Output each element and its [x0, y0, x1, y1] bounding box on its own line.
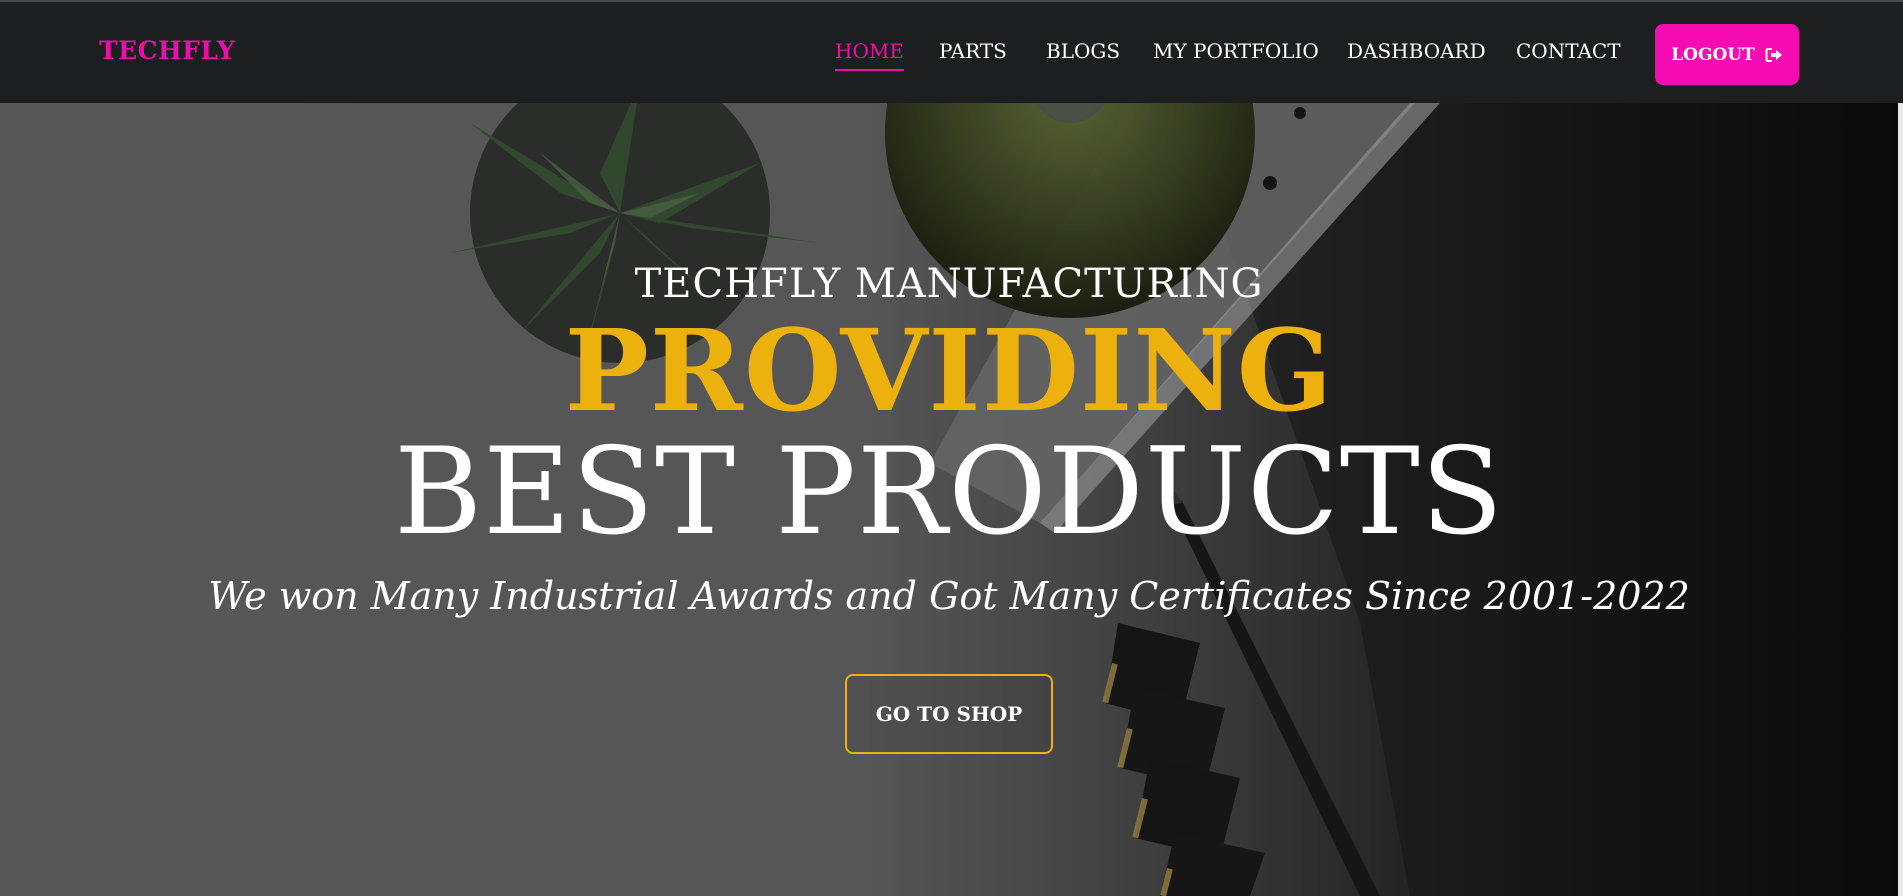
- nav-dashboard[interactable]: DASHBOARD: [1347, 39, 1486, 63]
- nav-blogs[interactable]: BLOGS: [1046, 39, 1120, 63]
- go-to-shop-button[interactable]: GO TO SHOP: [845, 674, 1053, 754]
- hero-eyebrow: TECHFLY MANUFACTURING: [634, 261, 1264, 307]
- nav-parts[interactable]: PARTS: [939, 39, 1007, 63]
- logout-button[interactable]: LOGOUT: [1655, 24, 1799, 85]
- page-scrollbar[interactable]: [1898, 103, 1903, 896]
- logout-button-label: LOGOUT: [1671, 44, 1755, 65]
- hero-subtitle: We won Many Industrial Awards and Got Ma…: [208, 574, 1690, 618]
- top-navbar: TECHFLY HOME PARTS BLOGS MY PORTFOLIO DA…: [0, 0, 1903, 103]
- nav-contact[interactable]: CONTACT: [1516, 39, 1621, 63]
- hero-title: BEST PRODUCTS: [393, 423, 1505, 562]
- brand-logo[interactable]: TECHFLY: [99, 36, 235, 65]
- hero-highlight-heading: PROVIDING: [564, 306, 1334, 437]
- nav-home[interactable]: HOME: [835, 39, 904, 71]
- hero-section: TECHFLY MANUFACTURING PROVIDING BEST PRO…: [0, 103, 1903, 896]
- sign-out-icon: [1765, 47, 1782, 62]
- nav-my-portfolio[interactable]: MY PORTFOLIO: [1153, 39, 1319, 63]
